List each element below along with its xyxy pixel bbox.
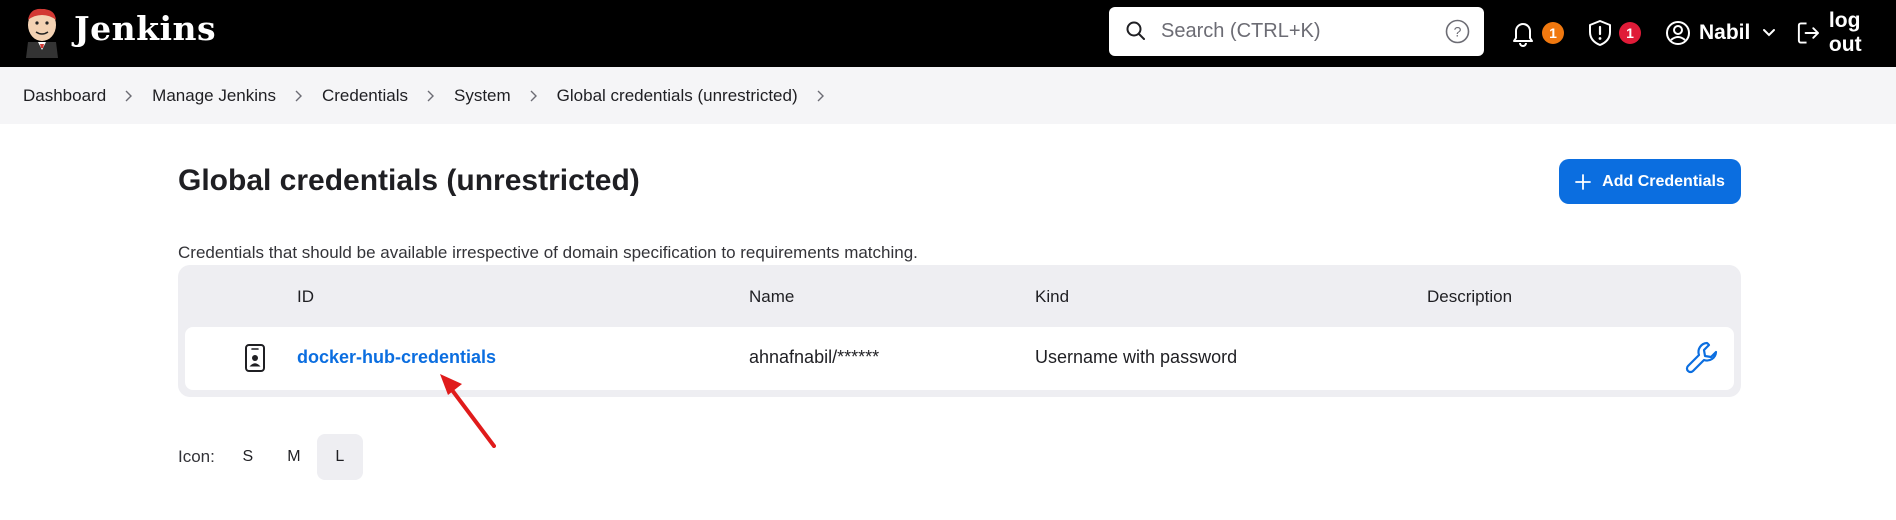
search-icon: [1126, 21, 1145, 40]
icon-size-l[interactable]: L: [316, 434, 363, 480]
column-header-kind[interactable]: Kind: [1035, 287, 1069, 307]
table-row: docker-hub-credentials ahnafnabil/******…: [185, 327, 1734, 390]
brand-name[interactable]: Jenkins: [74, 9, 216, 48]
credential-card-icon: [245, 344, 265, 372]
help-icon[interactable]: ?: [1445, 19, 1470, 44]
chevron-right-icon: [427, 90, 434, 101]
chevron-right-icon[interactable]: [816, 90, 826, 102]
logout-icon: [1797, 22, 1820, 44]
credential-name: ahnafnabil/******: [749, 347, 880, 367]
column-header-name[interactable]: Name: [749, 287, 794, 307]
notification-badge: 1: [1542, 22, 1564, 44]
breadcrumb: Dashboard Manage Jenkins Credentials Sys…: [0, 67, 1896, 124]
security-button[interactable]: 1: [1587, 14, 1641, 52]
add-credentials-button[interactable]: Add Credentials: [1559, 159, 1741, 204]
credential-id-link[interactable]: docker-hub-credentials: [297, 347, 496, 367]
search-box[interactable]: ?: [1109, 7, 1484, 56]
shield-alert-icon: [1589, 20, 1611, 46]
chevron-down-icon[interactable]: [1762, 28, 1776, 38]
user-name[interactable]: Nabil: [1699, 21, 1750, 45]
user-avatar-icon: [1666, 21, 1690, 45]
user-menu[interactable]: Nabil: [1665, 14, 1776, 52]
security-badge: 1: [1619, 22, 1641, 44]
search-input[interactable]: [1161, 15, 1431, 48]
credential-kind: Username with password: [1035, 347, 1238, 367]
column-header-id[interactable]: ID: [297, 287, 314, 307]
notifications-button[interactable]: 1: [1510, 14, 1564, 52]
page-description: Credentials that should be available irr…: [178, 243, 918, 262]
plus-icon: [1575, 173, 1592, 190]
svg-text:?: ?: [1454, 24, 1462, 40]
breadcrumb-global-credentials[interactable]: Global credentials (unrestricted): [557, 86, 798, 106]
credentials-table: ID Name Kind Description docker-hub-cred…: [178, 265, 1741, 397]
column-header-description[interactable]: Description: [1427, 287, 1512, 307]
logout-button[interactable]: log out: [1796, 9, 1896, 56]
chevron-right-icon: [125, 90, 133, 101]
breadcrumb-credentials[interactable]: Credentials: [322, 86, 408, 106]
icon-size-selector: Icon: S M L: [178, 434, 363, 480]
top-header: Jenkins ? 1 1 Nabil: [0, 0, 1896, 67]
logout-label[interactable]: log out: [1829, 9, 1896, 57]
breadcrumb-dashboard[interactable]: Dashboard: [23, 86, 106, 106]
chevron-right-icon: [530, 90, 537, 101]
bell-icon: [1513, 23, 1533, 47]
breadcrumb-system[interactable]: System: [454, 86, 511, 106]
page-title: Global credentials (unrestricted): [178, 164, 640, 197]
breadcrumb-manage-jenkins[interactable]: Manage Jenkins: [152, 86, 276, 106]
add-credentials-label: Add Credentials: [1602, 172, 1725, 190]
jenkins-logo-icon[interactable]: [22, 6, 62, 58]
wrench-icon[interactable]: [1684, 339, 1722, 377]
icon-size-s[interactable]: S: [225, 434, 271, 480]
red-arrow-annotation: [440, 374, 496, 448]
icon-size-m[interactable]: M: [271, 434, 317, 480]
icon-size-label: Icon:: [178, 447, 215, 466]
chevron-right-icon: [295, 90, 302, 101]
